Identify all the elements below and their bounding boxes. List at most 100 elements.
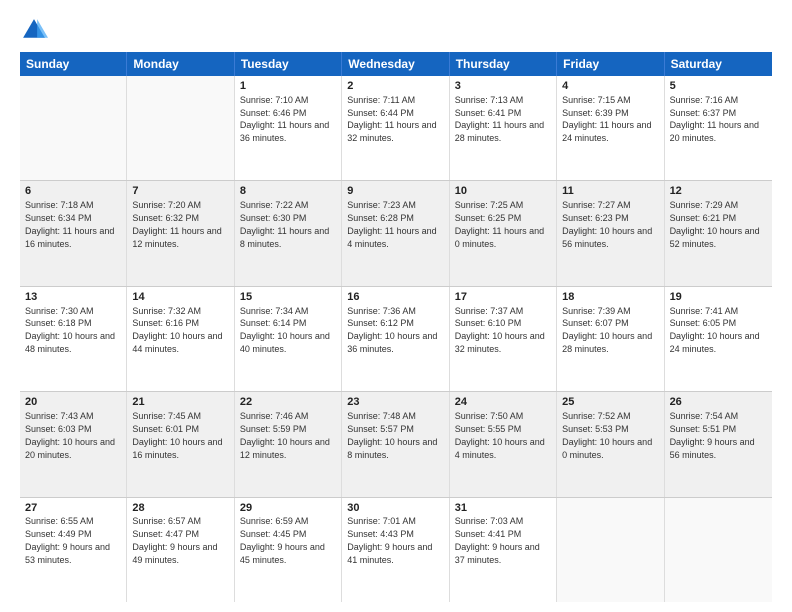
- calendar-cell: 13Sunrise: 7:30 AM Sunset: 6:18 PM Dayli…: [20, 287, 127, 391]
- calendar-cell: 29Sunrise: 6:59 AM Sunset: 4:45 PM Dayli…: [235, 498, 342, 602]
- day-number: 26: [670, 395, 767, 410]
- calendar-cell: [557, 498, 664, 602]
- day-number: 25: [562, 395, 658, 410]
- calendar-cell: 4Sunrise: 7:15 AM Sunset: 6:39 PM Daylig…: [557, 76, 664, 180]
- day-info: Sunrise: 7:30 AM Sunset: 6:18 PM Dayligh…: [25, 306, 115, 354]
- day-info: Sunrise: 7:13 AM Sunset: 6:41 PM Dayligh…: [455, 95, 544, 143]
- calendar-week-2: 6Sunrise: 7:18 AM Sunset: 6:34 PM Daylig…: [20, 181, 772, 286]
- day-info: Sunrise: 7:52 AM Sunset: 5:53 PM Dayligh…: [562, 411, 652, 459]
- calendar-week-3: 13Sunrise: 7:30 AM Sunset: 6:18 PM Dayli…: [20, 287, 772, 392]
- day-number: 8: [240, 184, 336, 199]
- day-number: 28: [132, 501, 228, 516]
- day-info: Sunrise: 7:11 AM Sunset: 6:44 PM Dayligh…: [347, 95, 436, 143]
- header-day-sunday: Sunday: [20, 52, 127, 76]
- day-info: Sunrise: 7:23 AM Sunset: 6:28 PM Dayligh…: [347, 200, 436, 248]
- header: [20, 16, 772, 44]
- calendar-cell: 17Sunrise: 7:37 AM Sunset: 6:10 PM Dayli…: [450, 287, 557, 391]
- calendar-cell: [127, 76, 234, 180]
- calendar-cell: 9Sunrise: 7:23 AM Sunset: 6:28 PM Daylig…: [342, 181, 449, 285]
- day-info: Sunrise: 7:32 AM Sunset: 6:16 PM Dayligh…: [132, 306, 222, 354]
- day-number: 2: [347, 79, 443, 94]
- day-number: 22: [240, 395, 336, 410]
- day-info: Sunrise: 7:16 AM Sunset: 6:37 PM Dayligh…: [670, 95, 759, 143]
- calendar-cell: 15Sunrise: 7:34 AM Sunset: 6:14 PM Dayli…: [235, 287, 342, 391]
- calendar-body: 1Sunrise: 7:10 AM Sunset: 6:46 PM Daylig…: [20, 76, 772, 602]
- day-info: Sunrise: 7:50 AM Sunset: 5:55 PM Dayligh…: [455, 411, 545, 459]
- header-day-tuesday: Tuesday: [235, 52, 342, 76]
- calendar-cell: 6Sunrise: 7:18 AM Sunset: 6:34 PM Daylig…: [20, 181, 127, 285]
- day-number: 18: [562, 290, 658, 305]
- day-info: Sunrise: 7:25 AM Sunset: 6:25 PM Dayligh…: [455, 200, 544, 248]
- day-number: 6: [25, 184, 121, 199]
- day-info: Sunrise: 7:39 AM Sunset: 6:07 PM Dayligh…: [562, 306, 652, 354]
- calendar-cell: 24Sunrise: 7:50 AM Sunset: 5:55 PM Dayli…: [450, 392, 557, 496]
- day-number: 21: [132, 395, 228, 410]
- calendar-cell: 7Sunrise: 7:20 AM Sunset: 6:32 PM Daylig…: [127, 181, 234, 285]
- day-info: Sunrise: 7:34 AM Sunset: 6:14 PM Dayligh…: [240, 306, 330, 354]
- day-info: Sunrise: 7:10 AM Sunset: 6:46 PM Dayligh…: [240, 95, 329, 143]
- header-day-monday: Monday: [127, 52, 234, 76]
- day-number: 23: [347, 395, 443, 410]
- calendar-cell: 8Sunrise: 7:22 AM Sunset: 6:30 PM Daylig…: [235, 181, 342, 285]
- calendar-cell: 26Sunrise: 7:54 AM Sunset: 5:51 PM Dayli…: [665, 392, 772, 496]
- day-info: Sunrise: 7:29 AM Sunset: 6:21 PM Dayligh…: [670, 200, 760, 248]
- calendar-cell: 14Sunrise: 7:32 AM Sunset: 6:16 PM Dayli…: [127, 287, 234, 391]
- day-info: Sunrise: 7:48 AM Sunset: 5:57 PM Dayligh…: [347, 411, 437, 459]
- day-number: 20: [25, 395, 121, 410]
- calendar-cell: 5Sunrise: 7:16 AM Sunset: 6:37 PM Daylig…: [665, 76, 772, 180]
- day-number: 10: [455, 184, 551, 199]
- calendar-cell: 23Sunrise: 7:48 AM Sunset: 5:57 PM Dayli…: [342, 392, 449, 496]
- calendar-cell: 12Sunrise: 7:29 AM Sunset: 6:21 PM Dayli…: [665, 181, 772, 285]
- calendar-cell: 10Sunrise: 7:25 AM Sunset: 6:25 PM Dayli…: [450, 181, 557, 285]
- day-number: 13: [25, 290, 121, 305]
- calendar-cell: 11Sunrise: 7:27 AM Sunset: 6:23 PM Dayli…: [557, 181, 664, 285]
- calendar-cell: 31Sunrise: 7:03 AM Sunset: 4:41 PM Dayli…: [450, 498, 557, 602]
- day-info: Sunrise: 7:03 AM Sunset: 4:41 PM Dayligh…: [455, 516, 540, 564]
- day-info: Sunrise: 6:57 AM Sunset: 4:47 PM Dayligh…: [132, 516, 217, 564]
- calendar-cell: 27Sunrise: 6:55 AM Sunset: 4:49 PM Dayli…: [20, 498, 127, 602]
- header-day-thursday: Thursday: [450, 52, 557, 76]
- day-info: Sunrise: 7:27 AM Sunset: 6:23 PM Dayligh…: [562, 200, 652, 248]
- day-number: 17: [455, 290, 551, 305]
- calendar-cell: 18Sunrise: 7:39 AM Sunset: 6:07 PM Dayli…: [557, 287, 664, 391]
- calendar-cell: 30Sunrise: 7:01 AM Sunset: 4:43 PM Dayli…: [342, 498, 449, 602]
- day-info: Sunrise: 7:15 AM Sunset: 6:39 PM Dayligh…: [562, 95, 651, 143]
- header-day-friday: Friday: [557, 52, 664, 76]
- calendar-cell: 28Sunrise: 6:57 AM Sunset: 4:47 PM Dayli…: [127, 498, 234, 602]
- calendar-cell: [665, 498, 772, 602]
- calendar-cell: [20, 76, 127, 180]
- day-info: Sunrise: 7:41 AM Sunset: 6:05 PM Dayligh…: [670, 306, 760, 354]
- calendar-cell: 2Sunrise: 7:11 AM Sunset: 6:44 PM Daylig…: [342, 76, 449, 180]
- day-info: Sunrise: 7:01 AM Sunset: 4:43 PM Dayligh…: [347, 516, 432, 564]
- logo: [20, 16, 52, 44]
- logo-icon: [20, 16, 48, 44]
- day-info: Sunrise: 7:45 AM Sunset: 6:01 PM Dayligh…: [132, 411, 222, 459]
- day-number: 14: [132, 290, 228, 305]
- day-number: 16: [347, 290, 443, 305]
- day-number: 24: [455, 395, 551, 410]
- header-day-saturday: Saturday: [665, 52, 772, 76]
- calendar-cell: 1Sunrise: 7:10 AM Sunset: 6:46 PM Daylig…: [235, 76, 342, 180]
- calendar-cell: 21Sunrise: 7:45 AM Sunset: 6:01 PM Dayli…: [127, 392, 234, 496]
- day-number: 30: [347, 501, 443, 516]
- day-info: Sunrise: 7:36 AM Sunset: 6:12 PM Dayligh…: [347, 306, 437, 354]
- calendar: SundayMondayTuesdayWednesdayThursdayFrid…: [20, 52, 772, 602]
- day-number: 3: [455, 79, 551, 94]
- calendar-week-1: 1Sunrise: 7:10 AM Sunset: 6:46 PM Daylig…: [20, 76, 772, 181]
- calendar-cell: 16Sunrise: 7:36 AM Sunset: 6:12 PM Dayli…: [342, 287, 449, 391]
- day-number: 31: [455, 501, 551, 516]
- day-info: Sunrise: 7:20 AM Sunset: 6:32 PM Dayligh…: [132, 200, 221, 248]
- page: SundayMondayTuesdayWednesdayThursdayFrid…: [0, 0, 792, 612]
- day-info: Sunrise: 6:55 AM Sunset: 4:49 PM Dayligh…: [25, 516, 110, 564]
- day-number: 9: [347, 184, 443, 199]
- day-info: Sunrise: 7:46 AM Sunset: 5:59 PM Dayligh…: [240, 411, 330, 459]
- calendar-header: SundayMondayTuesdayWednesdayThursdayFrid…: [20, 52, 772, 76]
- day-info: Sunrise: 6:59 AM Sunset: 4:45 PM Dayligh…: [240, 516, 325, 564]
- day-info: Sunrise: 7:22 AM Sunset: 6:30 PM Dayligh…: [240, 200, 329, 248]
- calendar-week-5: 27Sunrise: 6:55 AM Sunset: 4:49 PM Dayli…: [20, 498, 772, 602]
- day-number: 29: [240, 501, 336, 516]
- day-info: Sunrise: 7:18 AM Sunset: 6:34 PM Dayligh…: [25, 200, 114, 248]
- day-number: 27: [25, 501, 121, 516]
- calendar-cell: 22Sunrise: 7:46 AM Sunset: 5:59 PM Dayli…: [235, 392, 342, 496]
- calendar-week-4: 20Sunrise: 7:43 AM Sunset: 6:03 PM Dayli…: [20, 392, 772, 497]
